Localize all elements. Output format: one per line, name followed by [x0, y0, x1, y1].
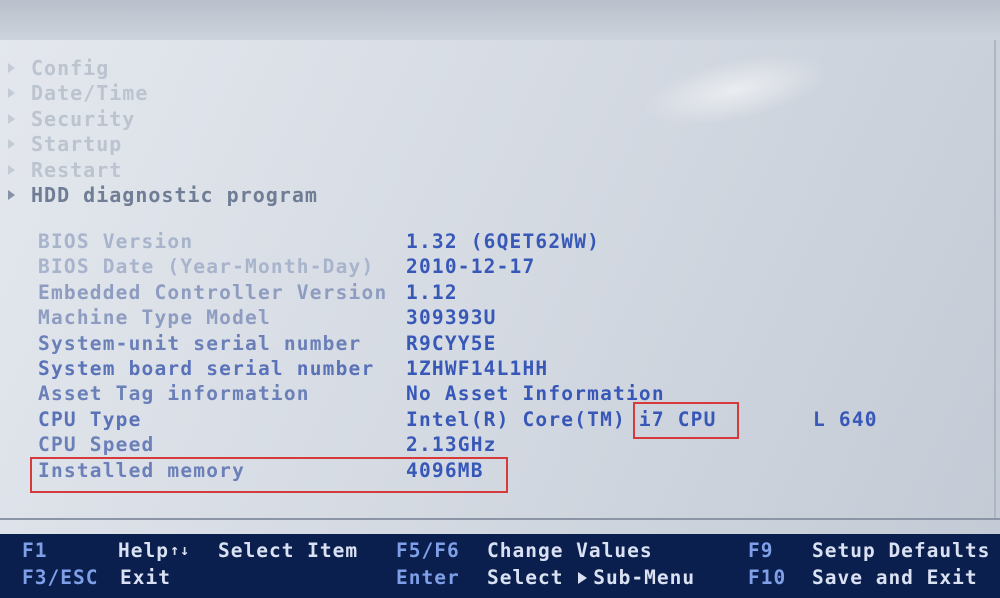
info-value: 4096MB — [406, 458, 484, 482]
enter-key: Enter — [396, 566, 460, 589]
panel-right-border — [994, 40, 996, 518]
exit-label: Exit — [120, 566, 171, 589]
bios-screen: Config Date/Time Security Startup Restar… — [0, 0, 1000, 598]
info-label: CPU Speed — [38, 433, 155, 457]
info-row-bios-version: BIOS Version 1.32 (6QET62WW) — [38, 230, 938, 255]
info-value: 1.12 — [406, 280, 458, 304]
menu-item-label: Restart — [31, 157, 123, 182]
menu-item-label: Config — [31, 55, 110, 80]
info-value: 2010-12-17 — [406, 255, 536, 279]
screen-glare — [635, 40, 835, 140]
system-info: BIOS Version 1.32 (6QET62WW) BIOS Date (… — [38, 230, 938, 484]
select-item-label: Select Item — [218, 539, 359, 562]
menu-item-restart[interactable]: Restart — [8, 157, 318, 183]
f1-key: F1 — [22, 539, 48, 562]
cpu-model-value: L 640 — [813, 407, 878, 431]
info-label: Asset Tag information — [38, 382, 310, 406]
info-label: Embedded Controller Version — [38, 280, 388, 304]
info-value: 1ZHWF14L1HH — [406, 356, 549, 380]
info-label: BIOS Version — [38, 230, 194, 253]
menu-arrow-icon — [8, 113, 15, 124]
info-row-cpu-type: CPU Type Intel(R) Core(TM) i7 CPU L 640 — [38, 408, 938, 433]
help-label: Help — [118, 539, 169, 562]
info-value: Intel(R) Core(TM) i7 CPU — [406, 407, 717, 431]
menu-item-date-time[interactable]: Date/Time — [8, 81, 318, 107]
info-row-machine-type: Machine Type Model 309393U — [38, 306, 938, 331]
info-label: System-unit serial number — [38, 331, 362, 355]
info-row-cpu-speed: CPU Speed 2.13GHz — [38, 433, 938, 458]
info-row-board-serial: System board serial number 1ZHWF14L1HH — [38, 357, 938, 382]
menu-arrow-icon — [8, 88, 15, 99]
menu-item-label: Startup — [31, 132, 123, 157]
menu-item-label: Date/Time — [31, 81, 149, 106]
info-value: 309393U — [406, 306, 497, 330]
save-and-exit-label: Save and Exit — [812, 566, 978, 589]
info-label: Machine Type Model — [38, 306, 271, 330]
enter-select-label: Select Sub-Menu — [487, 566, 695, 589]
bios-menu: Config Date/Time Security Startup Restar… — [8, 55, 318, 208]
menu-item-label: HDD diagnostic program — [31, 183, 318, 208]
panel-divider — [0, 518, 1000, 520]
up-down-arrows-icon: ↑↓ — [170, 541, 191, 559]
menu-arrow-icon — [8, 62, 15, 73]
submenu-arrow-icon — [578, 571, 588, 584]
esc-key: F3/ESC — [22, 566, 99, 589]
info-value: No Asset Information — [406, 382, 665, 406]
info-label: Installed memory — [38, 458, 246, 482]
menu-item-label: Security — [31, 106, 136, 131]
f5-f6-key: F5/F6 — [396, 539, 460, 562]
menu-item-hdd-diagnostic[interactable]: HDD diagnostic program — [8, 183, 318, 209]
menu-arrow-icon — [8, 190, 15, 201]
info-value: R9CYY5E — [406, 331, 497, 355]
info-row-system-serial: System-unit serial number R9CYY5E — [38, 332, 938, 357]
select-label: Select — [487, 566, 564, 589]
info-label: CPU Type — [38, 407, 142, 431]
top-band — [0, 0, 1000, 40]
f9-key: F9 — [748, 539, 774, 562]
menu-arrow-icon — [8, 139, 15, 150]
info-row-bios-date: BIOS Date (Year-Month-Day) 2010-12-17 — [38, 255, 938, 280]
info-value: 1.32 (6QET62WW) — [406, 230, 601, 253]
menu-arrow-icon — [8, 164, 15, 175]
setup-defaults-label: Setup Defaults — [812, 539, 991, 562]
menu-item-security[interactable]: Security — [8, 106, 318, 132]
submenu-label: Sub-Menu — [593, 566, 696, 589]
f10-key: F10 — [748, 566, 787, 589]
info-row-asset-tag: Asset Tag information No Asset Informati… — [38, 382, 938, 407]
info-label: BIOS Date (Year-Month-Day) — [38, 255, 375, 279]
info-row-ec-version: Embedded Controller Version 1.12 — [38, 281, 938, 306]
info-row-installed-memory: Installed memory 4096MB — [38, 459, 938, 484]
info-label: System board serial number — [38, 356, 375, 380]
menu-item-config[interactable]: Config — [8, 55, 318, 81]
menu-item-startup[interactable]: Startup — [8, 132, 318, 158]
key-legend: F1 Help ↑↓ Select Item F3/ESC Exit F5/F6… — [0, 534, 1000, 598]
info-value: 2.13GHz — [406, 433, 497, 457]
change-values-label: Change Values — [487, 539, 653, 562]
